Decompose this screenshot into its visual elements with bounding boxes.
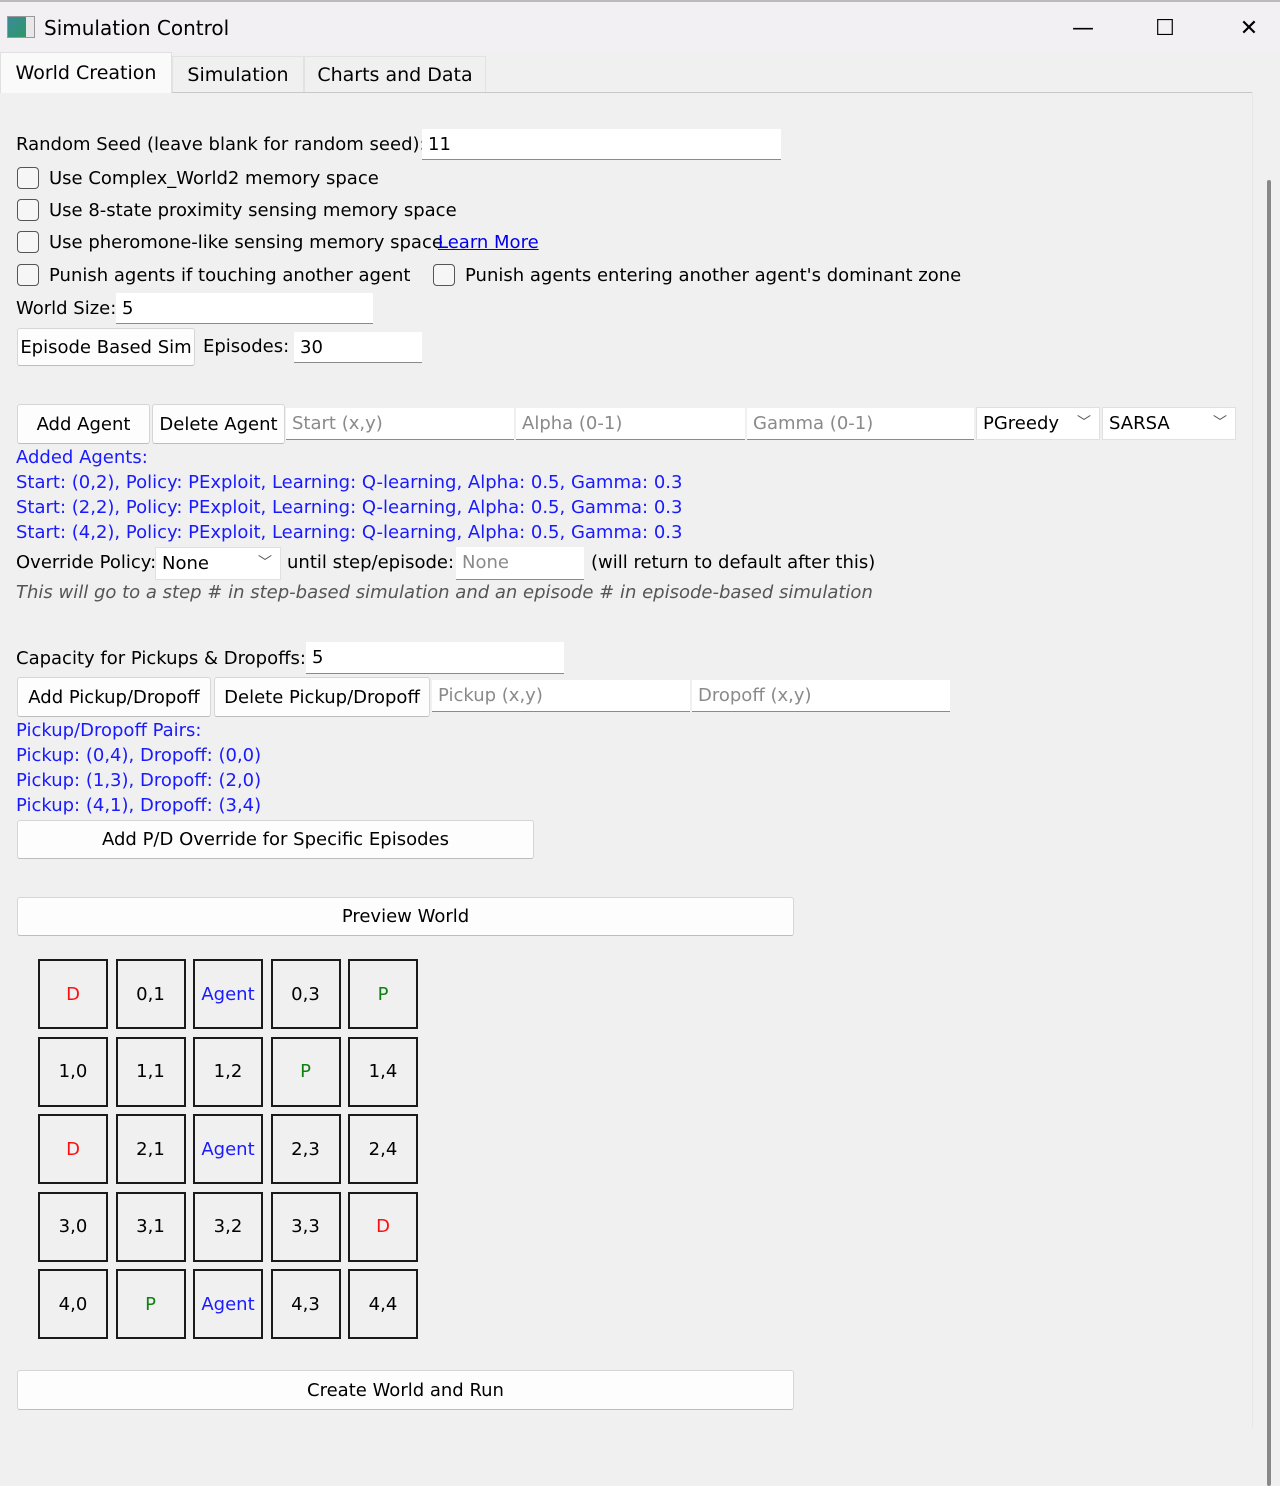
punish-touching-label: Punish agents if touching another agent <box>49 265 411 286</box>
add-pd-override-button[interactable]: Add P/D Override for Specific Episodes <box>17 820 534 859</box>
delete-agent-button[interactable]: Delete Agent <box>152 404 285 444</box>
learn-more-link[interactable]: Learn More <box>438 232 539 253</box>
tab-charts-and-data[interactable]: Charts and Data <box>304 56 486 92</box>
add-pickup-dropoff-button[interactable]: Add Pickup/Dropoff <box>17 677 211 717</box>
grid-cell: 0,3 <box>270 959 341 1029</box>
override-policy-value: None <box>162 553 209 574</box>
grid-cell: 2,1 <box>115 1114 186 1184</box>
grid-cell: D <box>38 1114 108 1184</box>
pd-list-item: Pickup: (4,1), Dropoff: (3,4) <box>16 795 262 816</box>
override-policy-select[interactable]: None ﹀ <box>155 547 281 580</box>
pd-list-item: Pickup: (0,4), Dropoff: (0,0) <box>16 745 262 766</box>
agent-list-item: Start: (0,2), Policy: PExploit, Learning… <box>16 472 683 493</box>
capacity-input[interactable]: 5 <box>306 642 564 674</box>
pd-list-item: Pickup: (1,3), Dropoff: (2,0) <box>16 770 262 791</box>
episode-based-sim-button[interactable]: Episode Based Sim <box>17 328 195 366</box>
dropoff-input[interactable]: Dropoff (x,y) <box>692 680 950 712</box>
proximity-sensing-label: Use 8-state proximity sensing memory spa… <box>49 200 457 221</box>
minimize-button[interactable]: — <box>1058 10 1108 46</box>
grid-cell: 1,2 <box>193 1036 263 1107</box>
seed-input[interactable]: 11 <box>422 129 781 160</box>
agent-list-item: Start: (2,2), Policy: PExploit, Learning… <box>16 497 683 518</box>
grid-cell: 1,1 <box>115 1036 186 1107</box>
pd-pairs-header: Pickup/Dropoff Pairs: <box>16 720 202 741</box>
grid-cell: P <box>270 1036 341 1107</box>
policy-select[interactable]: PGreedy ﹀ <box>976 407 1100 440</box>
grid-cell: 1,0 <box>38 1036 108 1107</box>
window-title: Simulation Control <box>44 16 230 40</box>
override-note: (will return to default after this) <box>591 552 876 573</box>
grid-cell: 3,0 <box>38 1191 108 1262</box>
grid-cell: 3,1 <box>115 1191 186 1262</box>
tab-bar: World Creation Simulation Charts and Dat… <box>0 52 1280 93</box>
punish-dominant-zone-checkbox[interactable] <box>433 264 455 286</box>
grid-cell: D <box>38 959 108 1029</box>
pickup-input[interactable]: Pickup (x,y) <box>432 680 690 712</box>
world-size-input[interactable]: 5 <box>116 293 373 324</box>
until-label: until step/episode: <box>287 552 455 573</box>
grid-cell: 1,4 <box>348 1036 418 1107</box>
chevron-down-icon: ﹀ <box>258 555 272 571</box>
added-agents-header: Added Agents: <box>16 447 148 468</box>
grid-cell: 3,2 <box>193 1191 263 1262</box>
maximize-icon: ☐ <box>1155 15 1175 41</box>
close-icon: ✕ <box>1239 15 1259 41</box>
grid-cell: P <box>115 1269 186 1339</box>
learning-select-value: SARSA <box>1109 413 1170 434</box>
tab-simulation[interactable]: Simulation <box>172 56 304 92</box>
maximize-button[interactable]: ☐ <box>1140 10 1190 46</box>
agent-list-item: Start: (4,2), Policy: PExploit, Learning… <box>16 522 683 543</box>
proximity-sensing-checkbox[interactable] <box>17 199 39 221</box>
override-policy-label: Override Policy: <box>16 552 157 573</box>
create-world-and-run-button[interactable]: Create World and Run <box>17 1370 794 1410</box>
learning-select[interactable]: SARSA ﹀ <box>1102 407 1236 440</box>
grid-cell: 2,4 <box>348 1114 418 1184</box>
grid-cell: 4,3 <box>270 1269 341 1339</box>
punish-dominant-zone-label: Punish agents entering another agent's d… <box>465 265 962 286</box>
complex-world2-label: Use Complex_World2 memory space <box>49 168 379 189</box>
grid-cell: 0,1 <box>115 959 186 1029</box>
scrollbar-thumb[interactable] <box>1267 180 1271 1486</box>
grid-cell: 2,3 <box>270 1114 341 1184</box>
title-bar: Simulation Control — ☐ ✕ <box>0 0 1280 52</box>
episodes-input[interactable]: 30 <box>294 332 422 363</box>
seed-label: Random Seed (leave blank for random seed… <box>16 134 426 155</box>
grid-cell: 4,0 <box>38 1269 108 1339</box>
grid-cell: P <box>348 959 418 1029</box>
add-agent-button[interactable]: Add Agent <box>17 404 150 444</box>
preview-world-button[interactable]: Preview World <box>17 897 794 936</box>
complex-world2-checkbox[interactable] <box>17 167 39 189</box>
alpha-input[interactable]: Alpha (0-1) <box>516 408 745 440</box>
chevron-down-icon: ﹀ <box>1213 415 1227 431</box>
override-hint: This will go to a step # in step-based s… <box>16 582 873 603</box>
world-size-label: World Size: <box>16 298 117 319</box>
punish-touching-checkbox[interactable] <box>17 264 39 286</box>
app-icon <box>7 16 35 38</box>
policy-select-value: PGreedy <box>983 413 1060 434</box>
chevron-down-icon: ﹀ <box>1077 415 1091 431</box>
grid-cell: Agent <box>193 1114 263 1184</box>
vertical-scrollbar[interactable] <box>1252 92 1280 1486</box>
start-input[interactable]: Start (x,y) <box>286 408 514 440</box>
delete-pickup-dropoff-button[interactable]: Delete Pickup/Dropoff <box>214 677 430 717</box>
close-button[interactable]: ✕ <box>1224 10 1274 46</box>
grid-cell: D <box>348 1191 418 1262</box>
pheromone-sensing-checkbox[interactable] <box>17 231 39 253</box>
until-step-input[interactable]: None <box>456 547 584 580</box>
capacity-label: Capacity for Pickups & Dropoffs: <box>16 648 306 669</box>
grid-cell: 4,4 <box>348 1269 418 1339</box>
tab-world-creation[interactable]: World Creation <box>0 52 172 93</box>
pheromone-sensing-label: Use pheromone-like sensing memory space <box>49 232 443 253</box>
grid-cell: Agent <box>193 959 263 1029</box>
episodes-label: Episodes: <box>203 336 290 357</box>
grid-cell: Agent <box>193 1269 263 1339</box>
minimize-icon: — <box>1072 15 1094 41</box>
grid-cell: 3,3 <box>270 1191 341 1262</box>
gamma-input[interactable]: Gamma (0-1) <box>747 408 974 440</box>
